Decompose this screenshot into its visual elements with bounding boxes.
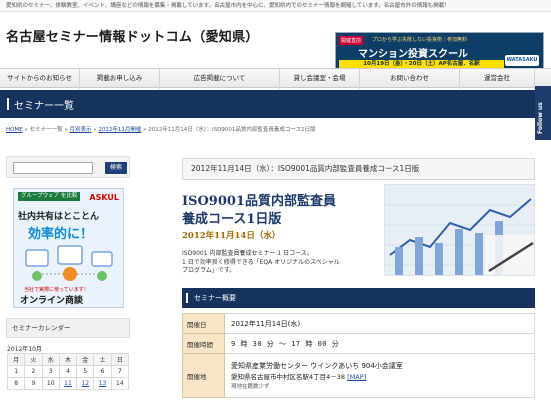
event-description: ISO9001 内部監査員養成セミナー 1 日コース。 1 日で効率良く修得でき… [182,250,372,276]
site-header: 名古屋セミナー情報ドットコム（愛知県） 開催直前 プロから学ぶ失敗しない投資術｜… [0,12,551,70]
table-row: 開催地 愛知県産業労働センター ウインクあいち 904小会議室 愛知県名古屋市中… [182,353,535,398]
calendar-table: 月 火 水 木 金 土 日 1 2 3 4 5 6 7 8 9 10 11 12… [6,353,130,390]
calendar-day: 5 [76,365,95,378]
venue-name: 愛知県産業労働センター ウインクあいち 904小会議室 [231,362,403,370]
breadcrumb-separator: » [64,127,68,133]
calendar-weekday: 土 [93,353,112,366]
breadcrumb-separator: » [93,127,97,133]
event-image [384,184,535,276]
nav-item-advertising[interactable]: 広告掲載について [160,69,280,89]
main-nav: サイトからのお知らせ 掲載お申し込み 広告掲載について 貸し会議室・会場 お問い… [0,68,551,89]
overview-accent-bar [186,293,188,303]
chart-photo-icon [385,185,534,275]
event-title-line2: 養成コース1日版 [182,212,282,227]
calendar-month: 2012年10月 [7,346,42,353]
calendar-day: 8 [6,377,26,390]
calendar-day-link[interactable]: 12 [76,377,95,390]
event-title: ISO9001品質内部監査員 [182,194,336,209]
calendar-day-link[interactable]: 13 [93,377,112,390]
venue-address: 愛知県名古屋市中村区名駅4丁目4－38 [231,373,346,381]
calendar-weekday: 月 [6,353,26,366]
info-label-time: 開催時間 [182,333,225,354]
breadcrumb-current: 2012年11月14日（水）：ISO9001品質内部監査員養成コース1日版 [148,127,316,133]
site-tagline: 愛知県のセミナー、体験教室、イベント、講座などの情報を募集・掲載しています。名古… [6,3,450,9]
site-tagline-bar: 愛知県のセミナー、体験教室、イベント、講座などの情報を募集・掲載しています。名古… [0,0,551,12]
nav-item-venues[interactable]: 貸し会議室・会場 [280,69,360,89]
calendar-day: 6 [93,365,112,378]
calendar-day: 9 [24,377,43,390]
calendar-day: 1 [6,365,26,378]
nav-item-contact[interactable]: お問い合わせ [360,69,460,89]
breadcrumb-list: セミナー一覧 [29,127,63,133]
calendar-day: 7 [110,365,130,378]
follow-us-label: Follow us [537,102,544,134]
ad-cta-note: 当社で実際に使っています！ [24,287,89,293]
search-box: 検索 [6,156,130,178]
map-link[interactable]: [MAP] [347,373,366,381]
banner-headline: マンション投資スクール [358,49,468,60]
section-header: セミナー一覧 [0,90,535,118]
event-date: 2012年11月14日（水） [182,231,281,241]
search-input[interactable] [13,162,93,174]
event-header: 2012年11月14日（水）：ISO9001品質内部監査員養成コース1日版 [182,158,535,180]
banner-logo: WATASAKU [505,55,539,66]
info-value-time: 9 時 30 分 ～ 17 時 00 分 [224,333,535,354]
calendar-weekday: 火 [24,353,43,366]
event-description-line: 1 日で効率良く修得できる「EQA オリジナルのスペシャル [182,258,340,266]
info-value-date: 2012年11月14日(水) [224,313,535,334]
calendar-day-link[interactable]: 11 [58,377,78,390]
calendar-weekday: 金 [76,353,95,366]
info-label-venue: 開催地 [182,353,225,398]
calendar-day: 4 [58,365,78,378]
ad-badge: グループウェア を比較 [18,192,81,201]
ad-headline: 社内共有はとことん [18,212,100,222]
sidebar-ad-banner[interactable]: グループウェア を比較 ASKUL 社内共有はとことん 効率的に！ 当社で実際に… [13,188,124,308]
search-button[interactable]: 検索 [105,162,127,174]
calendar-weekday: 日 [110,353,130,366]
overview-heading: セミナー概要 [194,294,236,302]
nav-item-news[interactable]: サイトからのお知らせ [0,69,80,89]
section-accent-bar [7,98,9,110]
calendar-day: 3 [41,365,60,378]
event-info-table: 開催日 2012年11月14日(水) 開催時間 9 時 30 分 ～ 17 時 … [182,313,535,398]
event-description-line: ISO9001 内部監査員養成セミナー 1 日コース。 [182,250,313,257]
table-row: 開催時間 9 時 30 分 ～ 17 時 00 分 [182,333,535,354]
calendar-weekday: 木 [58,353,78,366]
calendar-day: 10 [41,377,60,390]
event-description-line: プログラム」です。 [182,267,236,274]
header-ad-banner[interactable]: 開催直前 プロから学ぶ失敗しない投資術｜参加無料 マンション投資スクール 10月… [335,32,544,70]
venue-note: 現地在籍数少ず [231,384,270,390]
breadcrumb-separator: » [143,127,147,133]
nav-item-company[interactable]: 運営会社 [460,69,535,89]
banner-badge: 開催直前 [339,36,364,45]
breadcrumb-separator: » [24,127,28,133]
ad-subheadline: 効率的に！ [28,227,94,242]
calendar-day: 14 [110,377,130,390]
ad-logo: ASKUL [89,193,119,202]
breadcrumb-home[interactable]: HOME [6,127,23,133]
site-title[interactable]: 名古屋セミナー情報ドットコム（愛知県） [6,26,259,45]
breadcrumb-monthly[interactable]: 月別表示 [69,127,91,133]
calendar-day: 2 [24,365,43,378]
info-label-date: 開催日 [182,313,225,334]
ad-cta: オンライン商談 [20,296,84,306]
section-title: セミナー一覧 [14,101,74,112]
sidebar: 検索 グループウェア を比較 ASKUL 社内共有はとことん 効率的に！ 当社で… [0,148,135,400]
overview-heading-bar: セミナー概要 [182,288,535,308]
calendar-heading: セミナーカレンダー [6,318,130,338]
breadcrumb-month[interactable]: 2012年11月開催 [98,127,141,133]
banner-tagline: プロから学ぶ失敗しない投資術｜参加無料 [372,37,468,43]
nav-item-apply[interactable]: 掲載お申し込み [80,69,160,89]
info-value-venue: 愛知県産業労働センター ウインクあいち 904小会議室 愛知県名古屋市中村区名駅… [224,353,535,398]
breadcrumb: HOME » セミナー一覧 » 月別表示 » 2012年11月開催 » 2012… [6,125,316,133]
ad-illustration-icon [25,245,113,281]
event-detail: 2012年11月14日（水）：ISO9001品質内部監査員養成コース1日版 IS… [182,158,535,400]
table-row: 開催日 2012年11月14日(水) [182,313,535,334]
calendar-weekday: 水 [41,353,60,366]
venue-address-line: 愛知県名古屋市中村区名駅4丁目4－38 [MAP] [231,371,534,381]
follow-us-tab[interactable]: Follow us [535,86,551,140]
